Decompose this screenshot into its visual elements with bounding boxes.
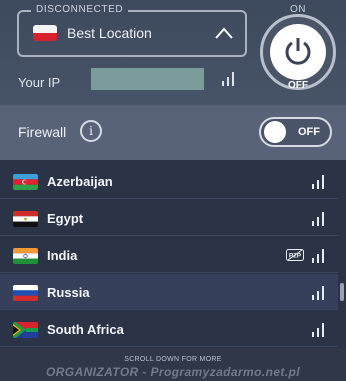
power-off-label: OFF [288,80,308,91]
power-button-face [270,24,326,80]
country-name: Russia [47,285,90,300]
ip-value [91,68,204,90]
in-flag-icon [13,248,38,264]
watermark: ORGANIZATOR - Programyzadarmo.net.pl [46,365,300,379]
footer: SCROLL DOWN FOR MORE ORGANIZATOR - Progr… [0,348,346,381]
ip-label: Your IP [18,75,61,90]
signal-strength-icon [312,323,324,337]
country-name: Egypt [47,211,84,226]
signal-strength-icon [312,249,324,263]
ru-flag-icon [13,285,38,301]
signal-strength-icon [222,72,234,86]
country-list: Azerbaijan Egypt India P2P Russia South … [0,163,346,348]
firewall-toggle[interactable]: OFF [259,117,332,147]
chevron-up-icon [215,27,233,39]
country-name: India [47,248,78,263]
firewall-bar: Firewall i OFF [0,105,346,160]
signal-strength-icon [312,212,324,226]
location-name: Best Location [67,25,152,41]
connection-status: DISCONNECTED [31,4,129,15]
toggle-knob [264,121,286,143]
power-control: ON OFF [258,4,338,99]
location-flag-icon [33,25,57,41]
signal-strength-icon [312,175,324,189]
za-flag-icon [13,322,38,338]
country-name: Azerbaijan [47,174,113,189]
eg-flag-icon [13,211,38,227]
country-row[interactable]: South Africa [0,311,338,347]
country-name: South Africa [47,322,124,337]
country-row[interactable]: Russia [0,274,338,310]
country-row[interactable]: India P2P [0,237,338,273]
connection-header: DISCONNECTED Best Location ON OFF Your I… [0,0,346,105]
scroll-hint: SCROLL DOWN FOR MORE [124,356,222,363]
az-flag-icon [13,174,38,190]
country-row[interactable]: Egypt [0,200,338,236]
firewall-toggle-label: OFF [298,126,320,138]
firewall-label: Firewall [18,124,67,140]
info-icon[interactable]: i [80,120,102,142]
power-icon [285,38,311,65]
country-row[interactable]: Azerbaijan [0,163,338,199]
scrollbar-thumb[interactable] [340,283,344,301]
p2p-icon: P2P [286,249,304,261]
location-selector[interactable]: DISCONNECTED Best Location [17,4,247,57]
power-button[interactable]: OFF [260,14,336,91]
signal-strength-icon [312,286,324,300]
